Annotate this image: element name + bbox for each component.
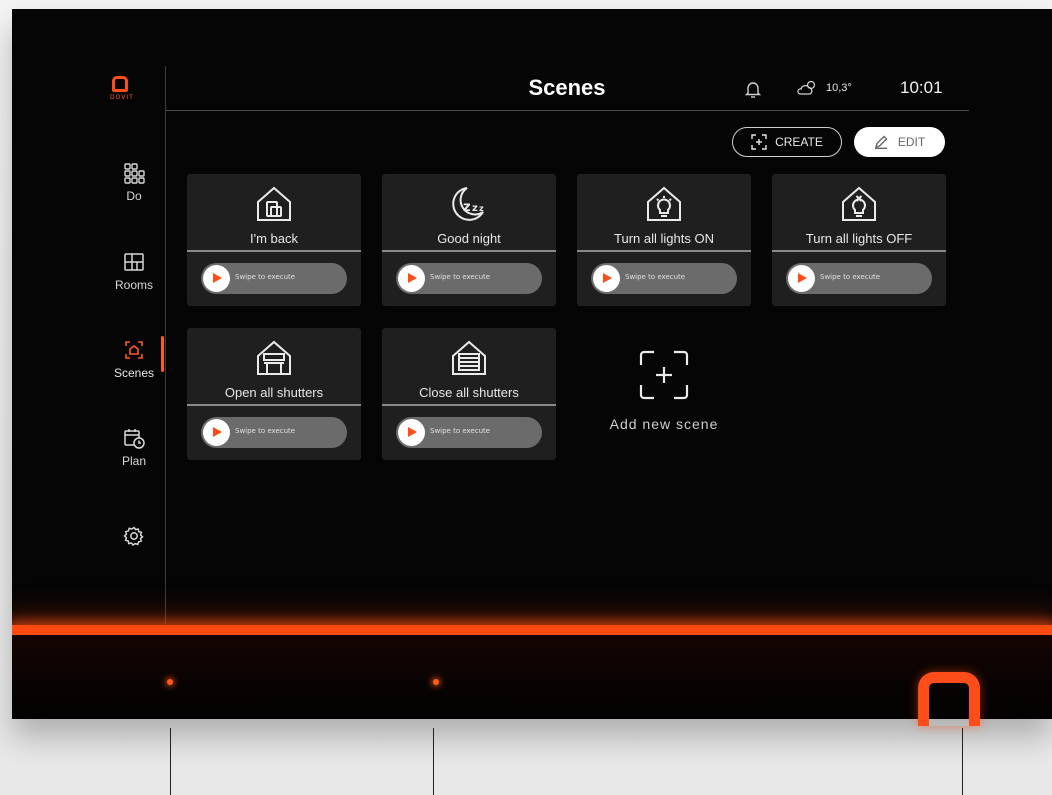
logo-text: DOVIT [110, 94, 134, 101]
swipe-to-execute-slider[interactable]: Swipe to execute [786, 263, 932, 294]
scene-name: Close all shutters [419, 385, 519, 400]
play-icon[interactable] [203, 265, 230, 292]
sidebar-item-label: Plan [121, 454, 147, 468]
card-divider [577, 250, 751, 252]
sidebar-item-rooms[interactable]: Rooms [104, 251, 164, 292]
add-scene-label: Add new scene [609, 416, 719, 432]
weather-widget: 10,3° [797, 79, 852, 97]
scene-card-open-shutters[interactable]: Open all shutters Swipe to execute [187, 328, 361, 460]
sidebar-item-scenes[interactable]: Scenes [104, 339, 164, 380]
shutter-closed-icon [452, 340, 486, 375]
house-bulb-on-icon [647, 186, 681, 221]
floorplan-icon [124, 253, 144, 271]
scene-card-good-night[interactable]: z z z Good night Swipe to execute [382, 174, 556, 306]
swipe-to-execute-slider[interactable]: Swipe to execute [591, 263, 737, 294]
add-new-scene-button[interactable]: Add new scene [577, 349, 751, 432]
swipe-label: Swipe to execute [625, 273, 686, 281]
sidebar-item-label: Rooms [114, 278, 153, 292]
swipe-label: Swipe to execute [430, 273, 491, 281]
swipe-to-execute-slider[interactable]: Swipe to execute [396, 417, 542, 448]
house-bulb-off-icon [842, 186, 876, 221]
temperature-value: 10,3° [826, 82, 852, 94]
sidebar-item-settings[interactable] [104, 525, 164, 552]
swipe-label: Swipe to execute [430, 427, 491, 435]
led-indicator [433, 679, 439, 685]
card-divider [382, 404, 556, 406]
swipe-to-execute-slider[interactable]: Swipe to execute [396, 263, 542, 294]
house-door-icon [257, 186, 291, 221]
led-indicator [167, 679, 173, 685]
scene-card-close-shutters[interactable]: Close all shutters Swipe to execute [382, 328, 556, 460]
add-scene-icon [751, 134, 767, 150]
add-scene-icon [639, 350, 689, 400]
scene-name: Turn all lights OFF [805, 231, 913, 246]
card-divider [382, 250, 556, 252]
play-icon[interactable] [593, 265, 620, 292]
svg-text:z: z [463, 200, 471, 215]
device-base [12, 635, 1052, 719]
moon-zzz-icon: z z z [452, 187, 484, 221]
scene-card-lights-on[interactable]: Turn all lights ON Swipe to execute [577, 174, 751, 306]
clock-time: 10:01 [900, 78, 943, 97]
orange-light-strip [12, 625, 1052, 635]
grid-icon [124, 163, 145, 184]
scene-name: Open all shutters [224, 385, 324, 400]
swipe-label: Swipe to execute [820, 273, 881, 281]
device-logo-icon [918, 672, 980, 726]
dovit-logo: DOVIT [110, 76, 134, 110]
play-icon[interactable] [398, 265, 425, 292]
sidebar-item-plan[interactable]: Plan [104, 427, 164, 468]
create-button[interactable]: CREATE [732, 127, 842, 157]
app-screen: DOVIT Do Rooms Scenes Plan Scenes 10,3° … [12, 9, 1052, 631]
sidebar-item-label: Scenes [113, 366, 155, 380]
edit-label: EDIT [897, 135, 926, 149]
tablet-device: DOVIT Do Rooms Scenes Plan Scenes 10,3° … [12, 9, 1052, 719]
cable [170, 728, 171, 795]
header-divider [166, 110, 969, 111]
logo-mark-icon [112, 76, 128, 92]
sidebar-item-label: Do [126, 189, 142, 203]
play-icon[interactable] [203, 419, 230, 446]
scene-card-lights-off[interactable]: Turn all lights OFF Swipe to execute [772, 174, 946, 306]
bell-icon[interactable] [744, 79, 762, 99]
swipe-label: Swipe to execute [235, 427, 296, 435]
create-label: CREATE [775, 135, 823, 149]
active-nav-indicator [161, 336, 164, 372]
sidebar-item-do[interactable]: Do [104, 162, 164, 203]
card-divider [772, 250, 946, 252]
card-divider [187, 250, 361, 252]
svg-text:z: z [479, 204, 484, 213]
calendar-clock-icon [124, 429, 145, 449]
sidebar-divider [165, 66, 166, 624]
play-icon[interactable] [788, 265, 815, 292]
cable [962, 728, 963, 795]
edit-button[interactable]: EDIT [854, 127, 945, 157]
pencil-icon [874, 135, 888, 149]
gear-icon [123, 526, 144, 546]
swipe-label: Swipe to execute [235, 273, 296, 281]
scene-name: Turn all lights ON [614, 231, 714, 246]
page-title: Scenes [528, 75, 606, 100]
swipe-to-execute-slider[interactable]: Swipe to execute [201, 417, 347, 448]
scene-name: I'm back [250, 231, 298, 246]
scene-name: Good night [437, 231, 501, 246]
play-icon[interactable] [398, 419, 425, 446]
swipe-to-execute-slider[interactable]: Swipe to execute [201, 263, 347, 294]
shutter-open-icon [257, 340, 291, 375]
scene-icon [125, 341, 143, 359]
scene-card-im-back[interactable]: I'm back Swipe to execute [187, 174, 361, 306]
cable [433, 728, 434, 795]
cloud-sun-icon [797, 80, 816, 95]
svg-text:z: z [472, 203, 478, 214]
card-divider [187, 404, 361, 406]
